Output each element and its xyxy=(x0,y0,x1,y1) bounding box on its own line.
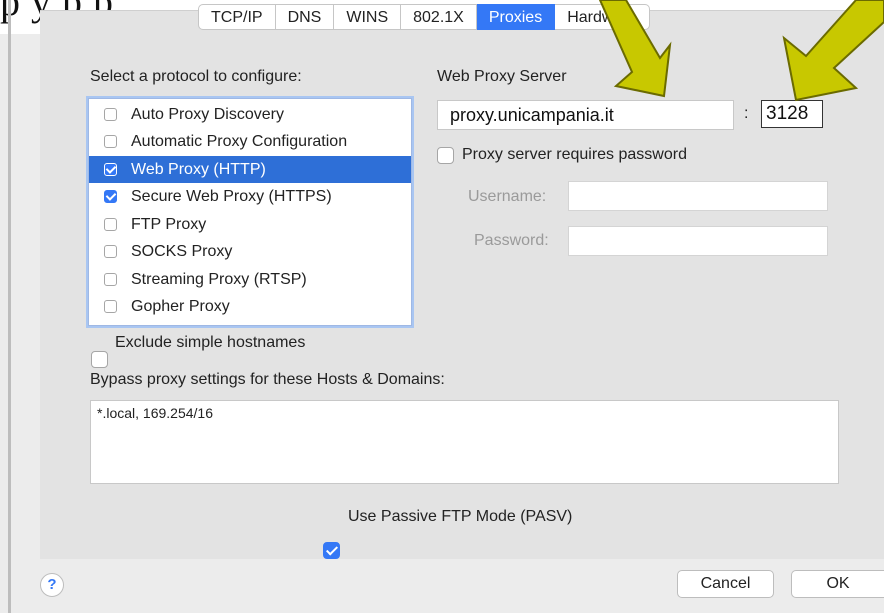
protocol-item-label: Gopher Proxy xyxy=(131,297,230,315)
tab-wins[interactable]: WINS xyxy=(334,4,402,30)
exclude-hostnames-label: Exclude simple hostnames xyxy=(115,334,306,351)
protocol-item-label: Auto Proxy Discovery xyxy=(131,105,284,123)
password-field[interactable] xyxy=(568,226,828,256)
protocol-item-label: Secure Web Proxy (HTTPS) xyxy=(131,187,332,205)
window-edge xyxy=(8,0,11,613)
port-separator: : xyxy=(744,105,749,122)
password-label: Password: xyxy=(474,232,549,249)
annotation-arrow-icon xyxy=(598,0,672,98)
tab-8021x[interactable]: 802.1X xyxy=(401,4,477,30)
protocol-checkbox[interactable] xyxy=(104,218,117,231)
protocol-list[interactable]: Auto Proxy Discovery Automatic Proxy Con… xyxy=(88,98,412,326)
passive-ftp-label: Use Passive FTP Mode (PASV) xyxy=(348,508,573,525)
proxy-port-field[interactable]: 3128 xyxy=(761,100,823,128)
protocol-item-label: FTP Proxy xyxy=(131,215,207,233)
web-proxy-server-label: Web Proxy Server xyxy=(437,68,567,85)
tab-dns[interactable]: DNS xyxy=(275,4,335,30)
cancel-button[interactable]: Cancel xyxy=(677,570,774,598)
protocol-item-label: Streaming Proxy (RTSP) xyxy=(131,270,307,288)
protocol-section-label: Select a protocol to configure: xyxy=(90,68,302,85)
tab-proxies[interactable]: Proxies xyxy=(476,4,556,30)
username-label: Username: xyxy=(468,188,547,205)
protocol-checkbox[interactable] xyxy=(104,300,117,313)
help-button[interactable]: ? xyxy=(40,573,64,597)
protocol-item-streaming-proxy[interactable]: Streaming Proxy (RTSP) xyxy=(89,266,411,293)
protocol-item-label: SOCKS Proxy xyxy=(131,242,233,260)
requires-password-checkbox[interactable] xyxy=(437,147,454,164)
username-field[interactable] xyxy=(568,181,828,211)
protocol-item-gopher-proxy[interactable]: Gopher Proxy xyxy=(89,293,411,320)
passive-ftp-checkbox[interactable] xyxy=(323,542,340,559)
protocol-checkbox[interactable] xyxy=(104,108,117,121)
protocol-checkbox[interactable] xyxy=(104,163,117,176)
protocol-item-auto-config[interactable]: Automatic Proxy Configuration xyxy=(89,128,411,155)
protocol-checkbox[interactable] xyxy=(104,190,117,203)
requires-password-label: Proxy server requires password xyxy=(462,146,687,163)
protocol-checkbox[interactable] xyxy=(104,135,117,148)
protocol-item-ftp-proxy[interactable]: FTP Proxy xyxy=(89,211,411,238)
protocol-item-auto-discovery[interactable]: Auto Proxy Discovery xyxy=(89,101,411,128)
bypass-textarea[interactable]: *.local, 169.254/16 xyxy=(90,400,839,484)
exclude-hostnames-checkbox[interactable] xyxy=(91,351,108,368)
proxy-host-field[interactable]: proxy.unicampania.it xyxy=(437,100,734,130)
protocol-item-web-proxy[interactable]: Web Proxy (HTTP) xyxy=(89,156,411,183)
protocol-item-label: Web Proxy (HTTP) xyxy=(131,160,266,178)
protocol-checkbox[interactable] xyxy=(104,245,117,258)
annotation-arrow-icon xyxy=(782,0,884,102)
ok-button[interactable]: OK xyxy=(791,570,884,598)
bypass-label: Bypass proxy settings for these Hosts & … xyxy=(90,371,445,388)
tab-tcpip[interactable]: TCP/IP xyxy=(198,4,276,30)
protocol-checkbox[interactable] xyxy=(104,273,117,286)
protocol-item-secure-web-proxy[interactable]: Secure Web Proxy (HTTPS) xyxy=(89,183,411,210)
protocol-item-socks-proxy[interactable]: SOCKS Proxy xyxy=(89,238,411,265)
protocol-item-label: Automatic Proxy Configuration xyxy=(131,132,348,150)
